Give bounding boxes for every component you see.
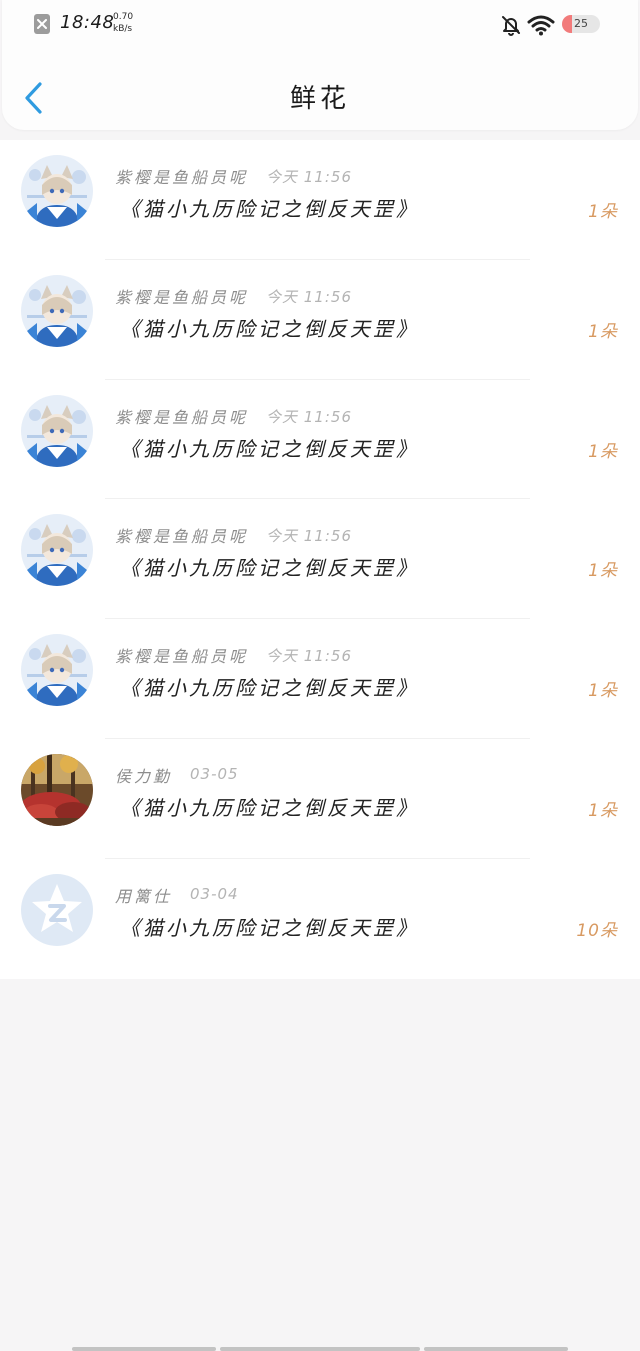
avatar[interactable] [21, 514, 93, 587]
book-title: 《猫小九历险记之倒反天罡》 [120, 316, 419, 341]
flower-count: 1朵 [588, 441, 618, 462]
sender-name: 紫樱是鱼船员呢 [115, 647, 249, 667]
book-title: 《猫小九历险记之倒反天罡》 [120, 915, 419, 940]
timestamp: 今天 11:56 [266, 407, 352, 426]
default-star-avatar-icon [21, 873, 93, 946]
avatar[interactable] [21, 394, 93, 467]
network-speed-unit: kB/s [113, 24, 133, 34]
timestamp: 03-05 [190, 764, 239, 783]
flowers-screen: 18:48 0.70 kB/s 25 鲜花 紫樱是鱼船员呢 今天 11:56 《… [0, 0, 640, 1351]
flower-count: 10朵 [576, 920, 618, 941]
flower-count: 1朵 [588, 561, 618, 582]
anime-avatar-icon [21, 514, 93, 587]
sender-name: 紫樱是鱼船员呢 [115, 287, 249, 307]
anime-avatar-icon [21, 634, 93, 707]
network-speed: 0.70 kB/s [113, 11, 143, 35]
sender-name: 紫樱是鱼船员呢 [115, 168, 249, 187]
list-item-5[interactable]: 紫樱是鱼船员呢 今天 11:56 《猫小九历险记之倒反天罡》 1朵 [0, 619, 640, 739]
avatar[interactable] [21, 873, 93, 946]
page-title: 鲜花 [289, 84, 350, 114]
status-bar: 18:48 0.70 kB/s 25 [0, 0, 640, 50]
book-title: 《猫小九历险记之倒反天罡》 [120, 556, 419, 581]
autumn-photo-avatar-icon [21, 753, 93, 826]
avatar[interactable] [21, 274, 93, 347]
mute-bell-icon [502, 16, 520, 36]
anime-avatar-icon [21, 394, 93, 467]
status-time: 18:48 [60, 12, 115, 33]
wifi-icon [527, 15, 555, 36]
timestamp: 今天 11:56 [266, 527, 352, 546]
book-title: 《猫小九历险记之倒反天罡》 [120, 676, 419, 701]
list-item-1[interactable]: 紫樱是鱼船员呢 今天 11:56 《猫小九历险记之倒反天罡》 1朵 [0, 140, 640, 260]
flower-count: 1朵 [588, 681, 618, 702]
anime-avatar-icon [21, 155, 93, 227]
book-title: 《猫小九历险记之倒反天罡》 [120, 197, 419, 221]
avatar[interactable] [21, 753, 93, 826]
anime-avatar-icon [21, 274, 93, 347]
timestamp: 今天 11:56 [266, 168, 352, 186]
avatar[interactable] [21, 634, 93, 707]
sender-name: 紫樱是鱼船员呢 [115, 407, 249, 427]
timestamp: 今天 11:56 [266, 287, 352, 306]
list-item-7[interactable]: 用篱仕 03-04 《猫小九历险记之倒反天罡》 10朵 [0, 859, 640, 979]
book-title: 《猫小九历险记之倒反天罡》 [120, 795, 419, 820]
timestamp: 03-04 [190, 884, 239, 903]
battery-icon: 25 [562, 15, 600, 33]
flower-count: 1朵 [588, 321, 618, 342]
network-speed-value: 0.70 [113, 12, 134, 22]
sender-name: 紫樱是鱼船员呢 [115, 527, 249, 547]
sender-name: 侯力勤 [115, 766, 173, 786]
flower-count: 1朵 [588, 202, 618, 222]
flower-gift-list: 紫樱是鱼船员呢 今天 11:56 《猫小九历险记之倒反天罡》 1朵 紫樱是鱼船员… [0, 140, 640, 979]
flower-count: 1朵 [588, 800, 618, 821]
sender-name: 用篱仕 [115, 886, 173, 906]
avatar[interactable] [21, 155, 93, 227]
list-item-2[interactable]: 紫樱是鱼船员呢 今天 11:56 《猫小九历险记之倒反天罡》 1朵 [0, 260, 640, 380]
book-title: 《猫小九历险记之倒反天罡》 [120, 436, 419, 461]
timestamp: 今天 11:56 [266, 647, 352, 666]
notification-icon [34, 14, 50, 34]
list-item-6[interactable]: 侯力勤 03-05 《猫小九历险记之倒反天罡》 1朵 [0, 739, 640, 859]
battery-level: 25 [574, 17, 588, 30]
list-item-3[interactable]: 紫樱是鱼船员呢 今天 11:56 《猫小九历险记之倒反天罡》 1朵 [0, 380, 640, 500]
list-item-4[interactable]: 紫樱是鱼船员呢 今天 11:56 《猫小九历险记之倒反天罡》 1朵 [0, 499, 640, 620]
navigation-gesture-bar [0, 1346, 640, 1351]
